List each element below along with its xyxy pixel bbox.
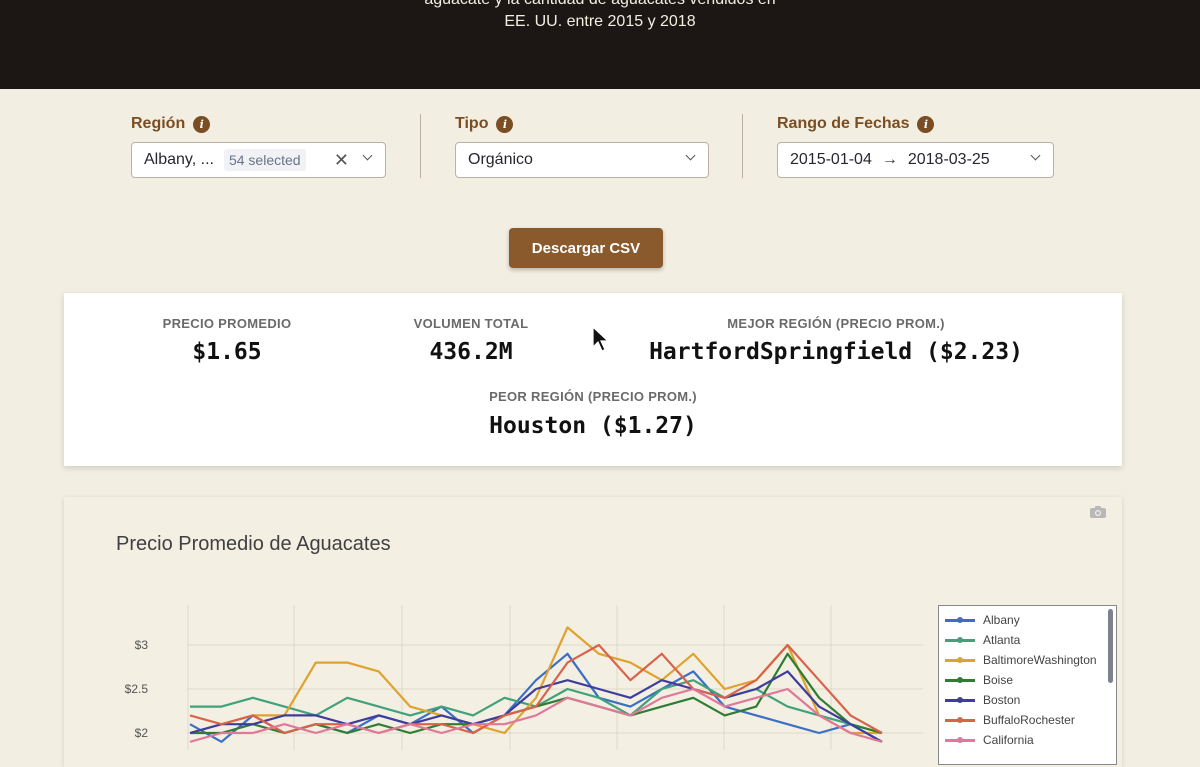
tipo-label-text: Tipo [455, 115, 489, 132]
legend-swatch [945, 736, 975, 743]
header-description-line-1: aguacate y la cantidad de aguacates vend… [0, 0, 1200, 10]
price-chart-card: Precio Promedio de Aguacates $3 $2.5 $2 Al… [64, 497, 1122, 767]
info-icon[interactable]: i [496, 115, 514, 133]
date-range-end: 2018-03-25 [907, 151, 990, 168]
chevron-down-icon[interactable] [362, 150, 373, 161]
tipo-selected-value: Orgánico [468, 151, 533, 168]
avg-price-value: $1.65 [192, 339, 262, 365]
region-selected-count-badge: 54 selected [223, 149, 306, 171]
camera-icon[interactable] [1090, 506, 1106, 518]
legend-item-albany[interactable]: Albany [945, 610, 1020, 630]
legend-marker [957, 656, 963, 663]
chart-legend[interactable]: Albany Atlanta BaltimoreWashington Boise Bos… [938, 605, 1117, 765]
legend-item-buffalorochester[interactable]: BuffaloRochester [945, 710, 1075, 730]
info-icon[interactable]: i [193, 115, 211, 133]
legend-marker [957, 716, 963, 723]
region-selected-value: Albany, ... [144, 151, 214, 168]
legend-swatch [945, 636, 975, 643]
region-filter-label: Región i [131, 115, 211, 133]
y-tick-label: $2.5 [125, 682, 149, 696]
legend-item-atlanta[interactable]: Atlanta [945, 630, 1020, 650]
legend-marker [957, 696, 963, 703]
legend-item-baltimorewashington[interactable]: BaltimoreWashington [945, 650, 1097, 670]
legend-label: California [983, 733, 1034, 747]
legend-item-boise[interactable]: Boise [945, 670, 1013, 690]
date-range-input[interactable]: 2015-01-04 → 2018-03-25 [777, 142, 1054, 178]
legend-marker [957, 676, 963, 683]
legend-item-california[interactable]: California [945, 730, 1034, 750]
fechas-label-text: Rango de Fechas [777, 115, 910, 132]
legend-swatch [945, 616, 975, 623]
line-chart-plot[interactable]: $3 $2.5 $2 [64, 497, 934, 750]
y-tick-label: $3 [135, 638, 149, 652]
total-volume-value: 436.2M [429, 339, 513, 365]
legend-marker [957, 736, 963, 743]
filter-divider [742, 114, 743, 178]
worst-region-value: Houston ($1.27) [489, 413, 697, 439]
legend-swatch [945, 676, 975, 683]
clear-icon[interactable]: ✕ [334, 150, 349, 171]
header-description-line-2: EE. UU. entre 2015 y 2018 [504, 13, 696, 30]
legend-label: BuffaloRochester [983, 713, 1075, 727]
legend-marker [957, 636, 963, 643]
legend-label: Boston [983, 693, 1021, 707]
legend-swatch [945, 656, 975, 663]
date-range-start: 2015-01-04 [790, 151, 872, 168]
chevron-down-icon[interactable] [685, 150, 696, 161]
legend-label: Albany [983, 613, 1020, 627]
metrics-card: PRECIO PROMEDIO $1.65 VOLUMEN TOTAL 436.… [64, 293, 1122, 466]
legend-item-boston[interactable]: Boston [945, 690, 1020, 710]
best-region-value: HartfordSpringfield ($2.23) [649, 339, 1023, 365]
legend-label: BaltimoreWashington [983, 653, 1097, 667]
arrow-right-icon: → [881, 151, 898, 168]
tipo-filter-label: Tipo i [455, 115, 514, 133]
legend-marker [957, 616, 963, 623]
y-tick-label: $2 [135, 726, 149, 740]
chevron-down-icon[interactable] [1030, 150, 1041, 161]
avg-price-label: PRECIO PROMEDIO [162, 316, 292, 331]
app-header: aguacate y la cantidad de aguacates vend… [0, 0, 1200, 89]
mouse-cursor-icon [592, 326, 610, 352]
legend-swatch [945, 716, 975, 723]
total-volume-label: VOLUMEN TOTAL [413, 316, 529, 331]
info-icon[interactable]: i [917, 115, 935, 133]
region-multiselect[interactable]: Albany, ... 54 selected ✕ [131, 142, 386, 178]
legend-label: Boise [983, 673, 1014, 687]
legend-scrollbar[interactable] [1108, 609, 1113, 683]
region-label-text: Región [131, 115, 186, 132]
worst-region-label: PEOR REGIÓN (PRECIO PROM.) [489, 389, 697, 404]
fechas-filter-label: Rango de Fechas i [777, 115, 935, 133]
download-csv-button[interactable]: Descargar CSV [509, 228, 663, 268]
best-region-label: MEJOR REGIÓN (PRECIO PROM.) [727, 316, 945, 331]
tipo-select[interactable]: Orgánico [455, 142, 709, 178]
legend-label: Atlanta [983, 633, 1021, 647]
filter-divider [420, 114, 421, 178]
legend-swatch [945, 696, 975, 703]
